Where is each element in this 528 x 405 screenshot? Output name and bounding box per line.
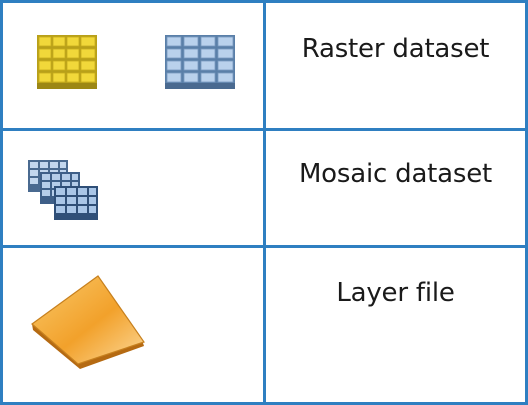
layer-file-icon [31,275,145,369]
data-type-table: Raster dataset Mosaic dataset Layer file [0,0,528,405]
row-label-layer-file: Layer file [336,278,455,308]
raster-dataset-yellow-icon [37,35,97,89]
icon-cell [3,3,263,128]
table-row-mosaic-dataset: Mosaic dataset [0,131,528,245]
mosaic-dataset-icon [28,160,98,220]
raster-dataset-blue-icon [165,35,235,89]
row-label-mosaic-dataset: Mosaic dataset [298,159,493,189]
row-label-raster-dataset: Raster dataset [301,34,490,64]
table-row-layer-file: Layer file [0,248,528,402]
table-row-raster-dataset: Raster dataset [0,0,528,128]
